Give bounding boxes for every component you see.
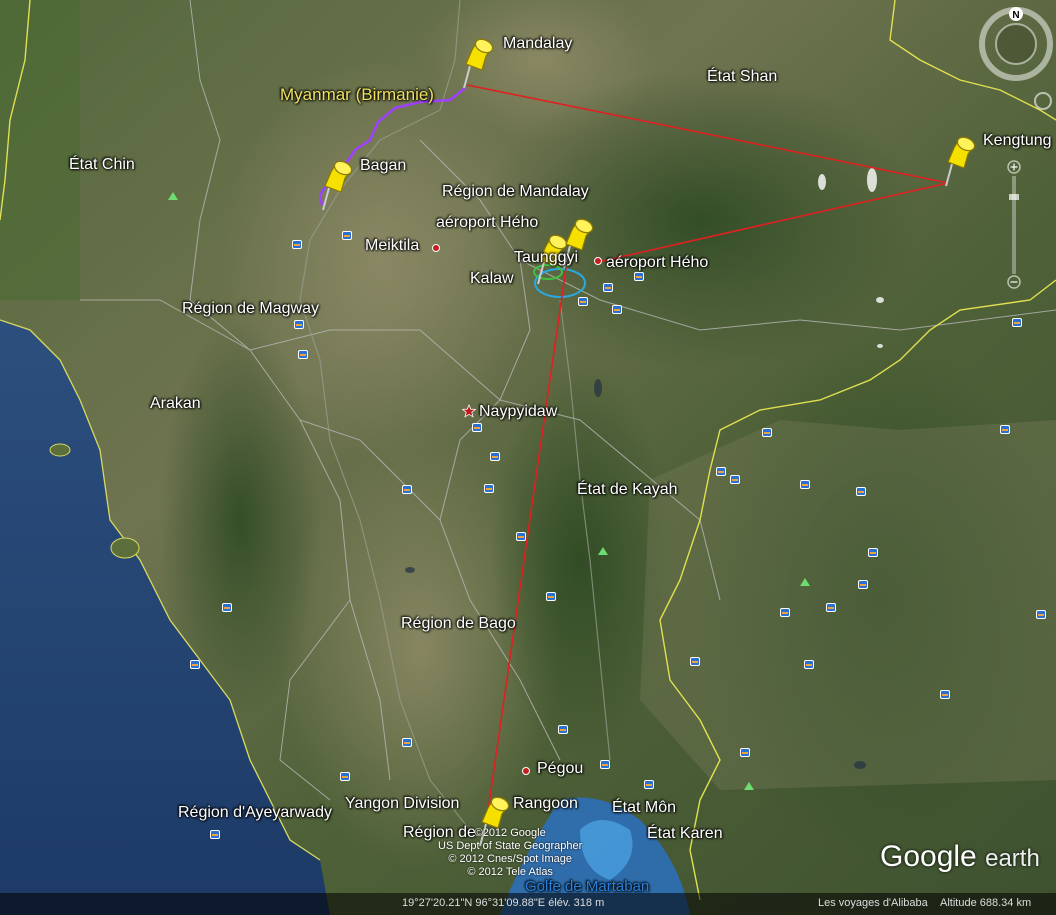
label-region-bago: Région de Bago xyxy=(401,615,516,632)
label-kengtung[interactable]: Kengtung xyxy=(983,132,1052,150)
peak-icon xyxy=(598,547,608,555)
poi-marker[interactable] xyxy=(210,830,220,839)
credit-line: US Dept of State Geographer xyxy=(438,840,583,852)
label-bagan[interactable]: Bagan xyxy=(360,157,406,175)
label-aeroport-heho[interactable]: aéroport Hého xyxy=(436,214,538,232)
satellite-imagery xyxy=(0,0,1056,915)
credit-line: © 2012 Cnes/Spot Image xyxy=(448,853,572,865)
label-naypyidaw[interactable]: Naypyidaw xyxy=(479,403,557,421)
compass-north-label: N xyxy=(1012,10,1019,21)
label-etat-mon: État Môn xyxy=(612,799,677,816)
label-meiktila[interactable]: Meiktila xyxy=(365,237,419,255)
poi-marker[interactable] xyxy=(868,548,878,557)
tour-title: Les voyages d'Alibaba xyxy=(818,897,928,909)
poi-marker[interactable] xyxy=(612,305,622,314)
altitude-readout: Altitude 688.34 km xyxy=(940,897,1032,909)
pushpin-icon[interactable] xyxy=(940,134,980,190)
label-pegou[interactable]: Pégou xyxy=(537,760,583,778)
label-ayeyarwady: Région d'Ayeyarwady xyxy=(178,804,332,821)
poi-marker[interactable] xyxy=(1012,318,1022,327)
poi-marker[interactable] xyxy=(690,657,700,666)
google-earth-logo: Google earth xyxy=(880,840,1040,874)
label-taunggyi[interactable]: Taunggyi xyxy=(514,249,578,267)
poi-marker[interactable] xyxy=(472,423,482,432)
label-region-magway: Région de Magway xyxy=(182,300,319,317)
poi-marker[interactable] xyxy=(603,283,613,292)
poi-marker[interactable] xyxy=(856,487,866,496)
poi-marker[interactable] xyxy=(740,748,750,757)
credit-line: © 2012 Tele Atlas xyxy=(467,866,553,878)
poi-marker[interactable] xyxy=(804,660,814,669)
peak-icon xyxy=(744,782,754,790)
credit-line: ©2012 Google xyxy=(474,827,546,839)
poi-marker[interactable] xyxy=(826,603,836,612)
label-etat-kayah: État de Kayah xyxy=(577,481,678,498)
poi-marker[interactable] xyxy=(634,272,644,281)
status-bar: 19°27'20.21"N 96°31'09.88"E élév. 318 m … xyxy=(0,893,1056,915)
label-arakan: Arakan xyxy=(150,395,201,412)
imagery-credits: ©2012 Google US Dept of State Geographer… xyxy=(438,827,582,879)
poi-marker[interactable] xyxy=(292,240,302,249)
poi-marker[interactable] xyxy=(490,452,500,461)
poi-marker[interactable] xyxy=(342,231,352,240)
poi-marker[interactable] xyxy=(800,480,810,489)
label-etat-shan: État Shan xyxy=(707,68,778,85)
navigation-compass[interactable]: N xyxy=(978,6,1054,82)
map-view[interactable]: Mandalay Myanmar (Birmanie) État Shan Ke… xyxy=(0,0,1056,915)
poi-marker[interactable] xyxy=(600,760,610,769)
logo-earth: earth xyxy=(985,845,1040,872)
city-dot-meiktila[interactable] xyxy=(432,244,440,252)
poi-marker[interactable] xyxy=(298,350,308,359)
peak-icon xyxy=(168,192,178,200)
poi-marker[interactable] xyxy=(516,532,526,541)
label-rangoon[interactable]: Rangoon xyxy=(513,795,578,813)
poi-marker[interactable] xyxy=(484,484,494,493)
poi-marker[interactable] xyxy=(546,592,556,601)
poi-marker[interactable] xyxy=(558,725,568,734)
poi-marker[interactable] xyxy=(294,320,304,329)
poi-marker[interactable] xyxy=(716,467,726,476)
poi-marker[interactable] xyxy=(940,690,950,699)
pushpin-icon[interactable] xyxy=(458,36,498,92)
coordinates-readout: 19°27'20.21"N 96°31'09.88"E élév. 318 m xyxy=(402,897,605,909)
poi-marker[interactable] xyxy=(730,475,740,484)
label-kalaw[interactable]: Kalaw xyxy=(470,270,514,288)
capital-star-icon[interactable] xyxy=(462,404,476,418)
poi-marker[interactable] xyxy=(762,428,772,437)
poi-marker[interactable] xyxy=(340,772,350,781)
poi-marker[interactable] xyxy=(190,660,200,669)
peak-icon xyxy=(800,578,810,586)
label-etat-chin: État Chin xyxy=(69,156,135,173)
label-yangon-division: Yangon Division xyxy=(345,795,460,812)
poi-marker[interactable] xyxy=(644,780,654,789)
poi-marker[interactable] xyxy=(1000,425,1010,434)
poi-marker[interactable] xyxy=(402,738,412,747)
label-aeroport-heho[interactable]: aéroport Hého xyxy=(606,254,708,272)
label-mandalay[interactable]: Mandalay xyxy=(503,35,572,53)
poi-marker[interactable] xyxy=(858,580,868,589)
city-dot-pegou[interactable] xyxy=(522,767,530,775)
poi-marker[interactable] xyxy=(578,297,588,306)
label-region-mandalay: Région de Mandalay xyxy=(442,183,589,200)
poi-marker[interactable] xyxy=(222,603,232,612)
pushpin-icon[interactable] xyxy=(317,158,357,214)
poi-marker[interactable] xyxy=(1036,610,1046,619)
logo-google: Google xyxy=(880,840,977,873)
poi-marker[interactable] xyxy=(402,485,412,494)
label-etat-karen: État Karen xyxy=(647,825,723,842)
look-arrow-icon[interactable] xyxy=(1034,92,1052,110)
label-myanmar[interactable]: Myanmar (Birmanie) xyxy=(280,85,434,105)
poi-marker[interactable] xyxy=(780,608,790,617)
zoom-slider[interactable] xyxy=(1007,160,1021,290)
